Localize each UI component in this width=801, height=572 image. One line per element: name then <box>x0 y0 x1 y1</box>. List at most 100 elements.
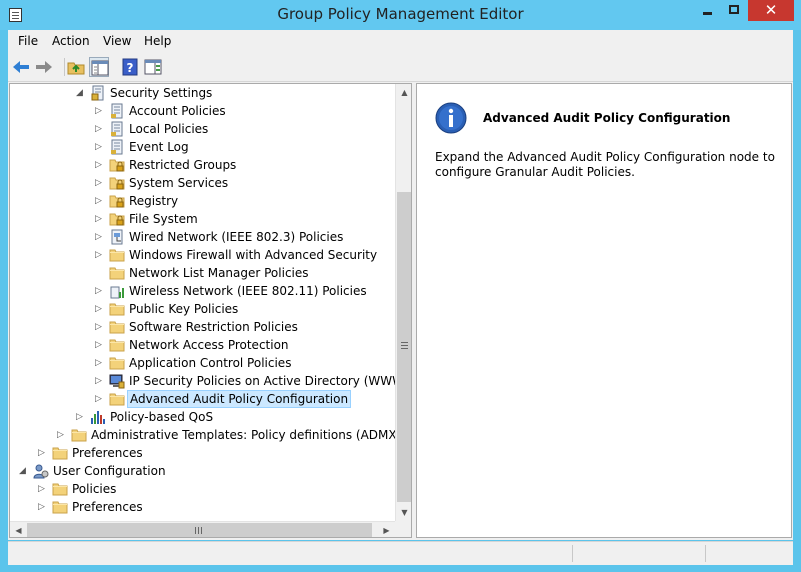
expand-arrow-icon[interactable]: ▷ <box>95 394 103 404</box>
title-bar[interactable]: Group Policy Management Editor ✕ <box>0 0 801 30</box>
horizontal-scroll-thumb[interactable] <box>27 523 372 537</box>
folder-icon <box>52 481 68 497</box>
show-hide-action-pane-icon[interactable] <box>143 57 163 77</box>
status-bar <box>8 541 793 565</box>
expand-arrow-icon[interactable]: ▷ <box>95 178 103 188</box>
tree-item-account-policies[interactable]: ▷ Account Policies <box>10 102 395 120</box>
forward-arrow-icon[interactable] <box>34 57 54 77</box>
minimize-button[interactable] <box>694 0 720 21</box>
detail-pane: Advanced Audit Policy Configuration Expa… <box>416 83 792 538</box>
menu-file[interactable]: File <box>18 34 38 48</box>
tree-item-label: Policy-based QoS <box>110 410 214 424</box>
toolbar-separator <box>64 58 65 76</box>
ip-security-icon <box>109 373 125 389</box>
tree-item-label: Wired Network (IEEE 802.3) Policies <box>129 230 344 244</box>
expand-arrow-icon[interactable]: ▷ <box>95 106 103 116</box>
menu-view[interactable]: View <box>103 34 131 48</box>
tree-item-file-system[interactable]: ▷ File System <box>10 210 395 228</box>
tree-item-preferences[interactable]: ▷ Preferences <box>10 498 395 516</box>
expand-arrow-icon[interactable]: ▷ <box>95 304 103 314</box>
tree-item-preferences[interactable]: ▷ Preferences <box>10 444 395 462</box>
policy-document-icon <box>109 139 125 155</box>
expand-arrow-icon[interactable]: ▷ <box>95 286 103 296</box>
tree-item-windows-firewall-with-advanced-security[interactable]: ▷ Windows Firewall with Advanced Security <box>10 246 395 264</box>
tree-item-network-access-protection[interactable]: ▷ Network Access Protection <box>10 336 395 354</box>
tree-item-application-control-policies[interactable]: ▷ Application Control Policies <box>10 354 395 372</box>
tree-item-label: Local Policies <box>129 122 209 136</box>
tree-item-network-list-manager-policies[interactable]: Network List Manager Policies <box>10 264 395 282</box>
tree-item-software-restriction-policies[interactable]: ▷ Software Restriction Policies <box>10 318 395 336</box>
maximize-button[interactable] <box>721 0 747 21</box>
menu-action[interactable]: Action <box>52 34 90 48</box>
folder-icon <box>52 445 68 461</box>
expand-arrow-icon[interactable]: ▷ <box>95 322 103 332</box>
expand-arrow-icon[interactable]: ▷ <box>95 196 103 206</box>
tree-item-restricted-groups[interactable]: ▷ Restricted Groups <box>10 156 395 174</box>
tree-item-wireless-network-ieee-802-11-policies[interactable]: ▷ Wireless Network (IEEE 802.11) Policies <box>10 282 395 300</box>
expand-arrow-icon[interactable]: ▷ <box>95 142 103 152</box>
policy-document-icon <box>109 103 125 119</box>
expand-arrow-icon[interactable]: ▷ <box>95 358 103 368</box>
tree-item-label: IP Security Policies on Active Directory… <box>129 374 395 388</box>
tree-item-label: Public Key Policies <box>129 302 239 316</box>
folder-icon <box>71 427 87 443</box>
tree-item-policies[interactable]: ▷ Policies <box>10 480 395 498</box>
tree-item-label: Account Policies <box>129 104 226 118</box>
expand-arrow-icon[interactable]: ▷ <box>95 232 103 242</box>
detail-description: Expand the Advanced Audit Policy Configu… <box>435 150 775 179</box>
user-configuration-icon <box>33 463 49 479</box>
tree-item-system-services[interactable]: ▷ System Services <box>10 174 395 192</box>
tree-item-user-configuration[interactable]: ◢ User Configuration <box>10 462 395 480</box>
scroll-down-icon[interactable]: ▼ <box>396 504 411 521</box>
expand-arrow-icon[interactable]: ▷ <box>95 124 103 134</box>
tree-item-label: Event Log <box>129 140 189 154</box>
folder-icon <box>109 265 125 281</box>
tree-item-ip-security-policies-on-active-directory-www-abc[interactable]: ▷ IP Security Policies on Active Director… <box>10 372 395 390</box>
tree-item-policy-based-qos[interactable]: ▷ Policy-based QoS <box>10 408 395 426</box>
console-tree: ◢ Security Settings ▷ Account Policies ▷ Loca… <box>10 84 395 521</box>
locked-folder-icon <box>109 193 125 209</box>
collapse-arrow-icon[interactable]: ◢ <box>19 466 27 476</box>
expand-arrow-icon[interactable]: ▷ <box>38 448 46 458</box>
tree-item-label: Wireless Network (IEEE 802.11) Policies <box>129 284 367 298</box>
locked-folder-icon <box>109 175 125 191</box>
tree-item-advanced-audit-policy-configuration[interactable]: ▷ Advanced Audit Policy Configuration <box>10 390 395 408</box>
tree-item-wired-network-ieee-802-3-policies[interactable]: ▷ Wired Network (IEEE 802.3) Policies <box>10 228 395 246</box>
tree-item-local-policies[interactable]: ▷ Local Policies <box>10 120 395 138</box>
folder-icon <box>109 301 125 317</box>
collapse-arrow-icon[interactable]: ◢ <box>76 88 84 98</box>
scroll-up-icon[interactable]: ▲ <box>396 84 411 101</box>
tree-item-label: Security Settings <box>110 86 213 100</box>
expand-arrow-icon[interactable]: ▷ <box>95 160 103 170</box>
folder-icon <box>109 319 125 335</box>
scroll-left-icon[interactable]: ◀ <box>10 522 27 537</box>
expand-arrow-icon[interactable]: ▷ <box>38 502 46 512</box>
tree-horizontal-scrollbar[interactable]: ◀ ▶ <box>10 521 395 537</box>
status-divider <box>705 545 706 562</box>
tree-item-public-key-policies[interactable]: ▷ Public Key Policies <box>10 300 395 318</box>
tree-item-registry[interactable]: ▷ Registry <box>10 192 395 210</box>
expand-arrow-icon[interactable]: ▷ <box>38 484 46 494</box>
expand-arrow-icon[interactable]: ▷ <box>95 214 103 224</box>
security-shield-icon <box>90 85 106 101</box>
wireless-network-icon <box>109 283 125 299</box>
back-arrow-icon[interactable] <box>11 57 31 77</box>
expand-arrow-icon[interactable]: ▷ <box>95 376 103 386</box>
tree-item-event-log[interactable]: ▷ Event Log <box>10 138 395 156</box>
tree-vertical-scrollbar[interactable]: ▲ ▼ <box>395 84 411 521</box>
menu-help[interactable]: Help <box>144 34 171 48</box>
policy-document-icon <box>109 121 125 137</box>
expand-arrow-icon[interactable]: ▷ <box>95 340 103 350</box>
show-hide-tree-icon[interactable] <box>89 57 109 77</box>
expand-arrow-icon[interactable]: ▷ <box>95 250 103 260</box>
toolbar: ? <box>8 52 793 82</box>
vertical-scroll-thumb[interactable] <box>397 192 411 502</box>
up-folder-icon[interactable] <box>66 57 86 77</box>
expand-arrow-icon[interactable]: ▷ <box>57 430 65 440</box>
tree-item-security-settings[interactable]: ◢ Security Settings <box>10 84 395 102</box>
expand-arrow-icon[interactable]: ▷ <box>76 412 84 422</box>
tree-item-administrative-templates-policy-definitions-admx-files[interactable]: ▷ Administrative Templates: Policy defini… <box>10 426 395 444</box>
help-icon[interactable]: ? <box>120 57 140 77</box>
close-button[interactable]: ✕ <box>748 0 794 21</box>
scroll-right-icon[interactable]: ▶ <box>378 522 395 537</box>
